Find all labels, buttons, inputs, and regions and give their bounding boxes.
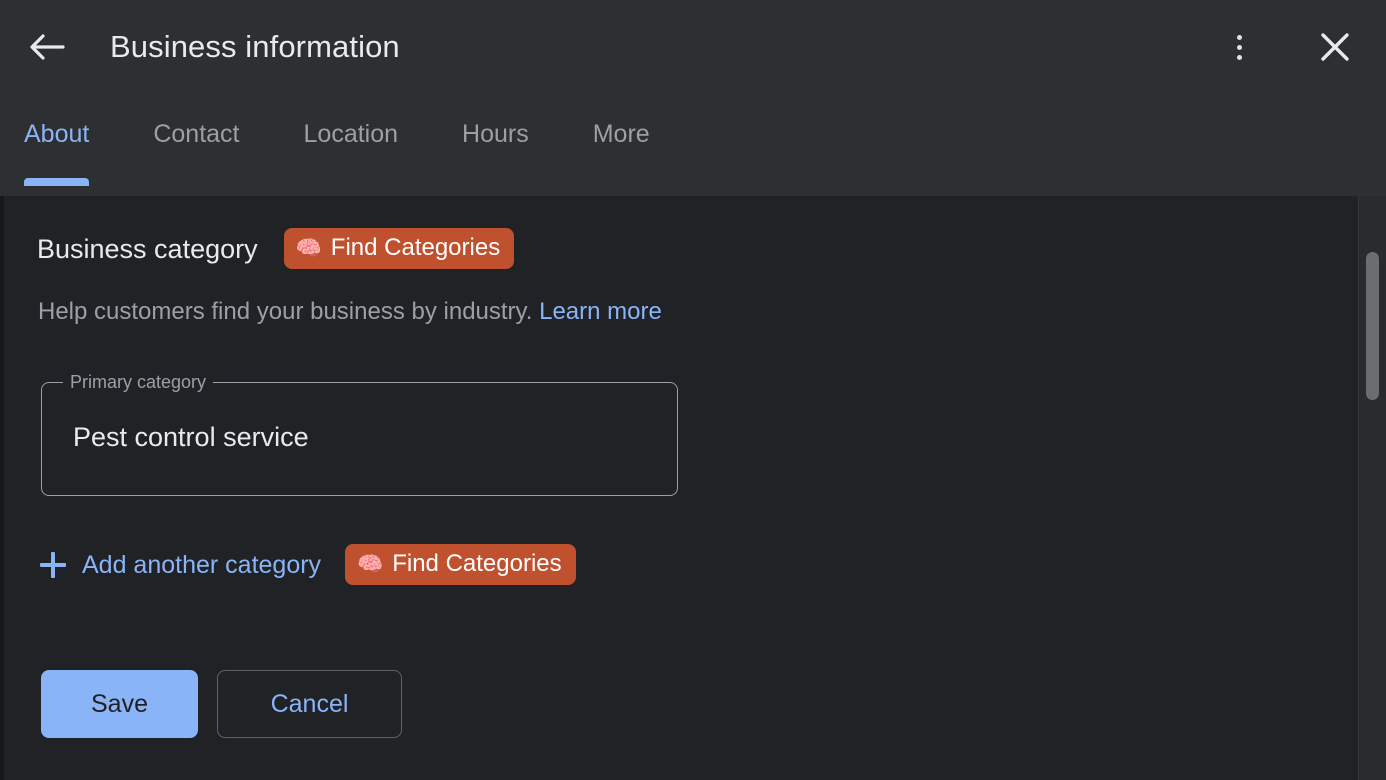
back-button[interactable] <box>22 22 72 72</box>
tab-bar: About Contact Location Hours More <box>0 118 714 196</box>
form-actions: Save Cancel <box>41 670 402 738</box>
header-top-bar: Business information <box>0 0 1386 96</box>
more-vert-icon-dot-1 <box>1236 34 1242 40</box>
find-categories-label: Find Categories <box>392 550 562 577</box>
page-title: Business information <box>110 29 400 64</box>
section-description-text: Help customers find your business by ind… <box>38 298 533 325</box>
section-description: Help customers find your business by ind… <box>38 296 662 328</box>
business-category-heading-row: Business category 🧠 Find Categories <box>37 228 515 269</box>
left-edge-strip <box>0 196 4 780</box>
primary-category-value[interactable]: Pest control service <box>73 420 309 454</box>
about-panel: Business category 🧠 Find Categories Help… <box>4 196 1358 780</box>
tab-hours[interactable]: Hours <box>462 118 529 150</box>
learn-more-link[interactable]: Learn more <box>539 298 662 325</box>
cancel-button[interactable]: Cancel <box>217 670 402 738</box>
arrow-left-icon <box>28 33 66 61</box>
find-categories-label: Find Categories <box>330 234 501 261</box>
tab-active-indicator <box>24 178 90 186</box>
add-another-category-label: Add another category <box>82 550 322 579</box>
more-vert-icon-dot-2 <box>1236 44 1242 50</box>
add-another-category-row: Add another category 🧠 Find Categories <box>40 544 576 585</box>
brain-icon: 🧠 <box>295 235 322 260</box>
primary-category-field[interactable]: Primary category Pest control service <box>41 371 678 496</box>
close-icon <box>1319 31 1351 63</box>
scrollbar-thumb[interactable] <box>1366 252 1379 400</box>
tab-contact[interactable]: Contact <box>153 118 239 150</box>
find-categories-badge-bottom[interactable]: 🧠 Find Categories <box>345 544 576 585</box>
vertical-scrollbar[interactable] <box>1358 196 1386 780</box>
tab-about[interactable]: About <box>24 118 90 186</box>
tab-location[interactable]: Location <box>304 118 399 150</box>
tab-location-label: Location <box>303 120 399 148</box>
dialog-header: Business information About Contact Locat… <box>0 0 1386 196</box>
find-categories-badge-top[interactable]: 🧠 Find Categories <box>283 228 515 269</box>
plus-icon <box>40 551 66 578</box>
tab-about-label: About <box>24 120 90 148</box>
tab-hours-label: Hours <box>462 120 529 148</box>
save-button[interactable]: Save <box>41 670 198 738</box>
tab-more[interactable]: More <box>593 118 650 150</box>
add-another-category-button[interactable]: Add another category <box>40 549 321 581</box>
tab-contact-label: Contact <box>153 120 240 148</box>
close-button[interactable] <box>1312 24 1358 70</box>
primary-category-label: Primary category <box>70 372 207 392</box>
section-title: Business category <box>37 233 258 264</box>
more-vert-icon-dot-3 <box>1236 54 1242 60</box>
tab-more-label: More <box>592 120 650 148</box>
more-options-button[interactable] <box>1222 22 1256 72</box>
brain-icon: 🧠 <box>357 551 384 576</box>
primary-category-label-notch: Primary category <box>63 371 214 393</box>
business-information-dialog: Business information About Contact Locat… <box>0 0 1386 780</box>
